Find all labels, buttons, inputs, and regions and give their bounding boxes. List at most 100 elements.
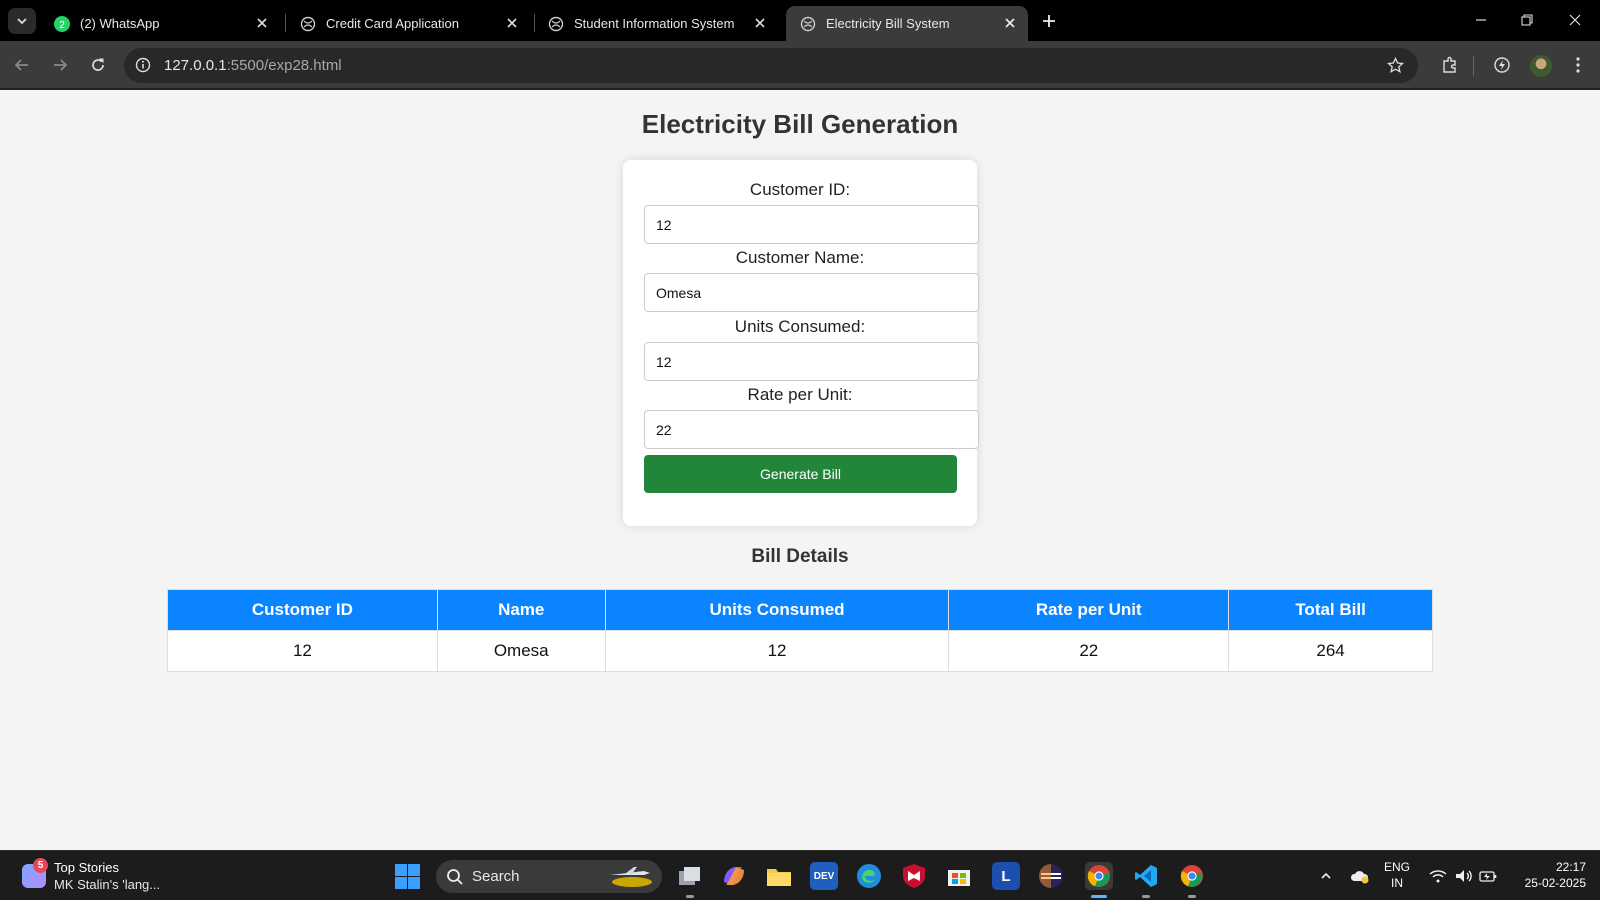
windows-logo-pane [408,864,420,876]
reload-button[interactable] [86,53,110,77]
edge-icon [857,864,881,888]
volume-tray[interactable] [1454,866,1474,886]
bill-details-heading: Bill Details [751,546,849,567]
globe-icon [300,16,316,32]
windows-logo-pane [395,877,407,889]
plane-illustration-icon [610,867,652,887]
onedrive-tray[interactable] [1350,866,1370,886]
l-app-button[interactable]: L [992,862,1020,890]
customer-id-input[interactable] [644,205,979,244]
clock-date: 25-02-2025 [1524,876,1586,890]
file-explorer-button[interactable] [765,862,793,890]
battery-charging-icon [1479,871,1497,882]
page-content: Electricity Bill Generation Customer ID:… [0,91,1600,850]
eclipse-button[interactable] [1037,862,1065,890]
column-header: Units Consumed [604,589,950,631]
clock-time: 22:17 [1555,860,1586,874]
tab-student-info[interactable]: Student Information System [534,6,778,41]
copilot-button[interactable] [720,862,748,890]
tab-whatsapp[interactable]: 2 (2) WhatsApp [40,6,280,41]
back-button[interactable] [10,53,34,77]
close-icon[interactable] [504,15,520,31]
language-indicator[interactable]: ENG IN [1384,859,1410,891]
chrome-button[interactable] [1178,862,1206,898]
address-bar[interactable]: 127.0.0.1:5500/exp28.html [124,48,1418,83]
profile-avatar[interactable] [1530,55,1552,77]
column-header: Customer ID [167,589,438,631]
copilot-icon [724,867,744,885]
units-consumed-input[interactable] [644,342,979,381]
taskbar-search[interactable]: Search [436,860,662,893]
notification-badge: 5 [33,858,48,873]
arrow-right-icon [54,59,68,71]
start-button[interactable] [395,864,420,889]
globe-icon [800,16,816,32]
restore-button[interactable] [1512,8,1542,32]
tab-strip: 2 (2) WhatsApp Credit Card Application S… [0,0,1600,41]
windows-logo-icon [395,864,407,876]
close-icon[interactable] [752,15,768,31]
battery-tray[interactable] [1478,866,1498,886]
page-title: Electricity Bill Generation [641,109,959,139]
minimize-icon [1476,19,1486,21]
search-label: Search [472,868,520,885]
tab-credit-card[interactable]: Credit Card Application [286,6,530,41]
rate-per-unit-label: Rate per Unit: [747,385,853,404]
site-info-icon[interactable] [134,56,152,74]
plus-icon [1043,15,1055,27]
news-subtitle: MK Stalin's 'lang... [54,877,161,892]
table-row: 12 Omesa 12 22 264 [167,630,1433,672]
chrome-profile-button[interactable] [1085,862,1113,898]
bookmark-star-icon[interactable] [1386,56,1404,74]
news-widget[interactable]: 5 Top Stories MK Stalin's 'lang... [18,858,168,894]
chrome-icon [1180,865,1203,887]
toolbar-divider [1473,56,1474,76]
show-hidden-icons-button[interactable] [1316,866,1336,886]
rate-per-unit-input[interactable] [644,410,979,449]
browser-toolbar: 127.0.0.1:5500/exp28.html [0,41,1600,90]
dev-app-button[interactable]: DEV [810,862,838,890]
task-view-button[interactable] [676,862,704,898]
search-icon [447,869,463,885]
forward-button[interactable] [48,53,72,77]
clock[interactable]: 22:17 25-02-2025 [1508,859,1586,891]
table-cell: 12 [167,630,438,672]
column-header: Name [436,589,606,631]
chrome-icon [1087,865,1110,887]
bill-table: Customer ID Name Units Consumed Rate per… [167,589,1433,672]
generate-bill-button[interactable]: Generate Bill [644,455,957,493]
close-icon[interactable] [1002,15,1018,31]
edge-button[interactable] [855,862,883,890]
globe-icon [548,16,564,32]
folder-icon [767,869,791,886]
tab-search-button[interactable] [8,8,36,34]
wifi-tray[interactable] [1428,866,1448,886]
table-cell: Omesa [436,630,606,672]
eclipse-icon [1039,864,1063,888]
minimize-button[interactable] [1466,8,1496,32]
table-cell: 12 [604,630,950,672]
language-code: ENG [1384,860,1411,874]
customer-name-input[interactable] [644,273,979,312]
table-header-row: Customer ID Name Units Consumed Rate per… [167,589,1433,631]
task-view-icon [679,867,700,885]
chevron-down-icon [17,18,27,25]
vscode-button[interactable] [1132,862,1160,898]
performance-button[interactable] [1490,53,1514,77]
chevron-up-icon [1321,872,1331,879]
close-icon[interactable] [254,15,270,31]
menu-button[interactable] [1566,53,1590,77]
table-cell: 22 [948,630,1230,672]
customer-id-label: Customer ID: [749,180,851,199]
close-icon [1569,14,1581,26]
mcafee-button[interactable] [900,862,928,890]
close-window-button[interactable] [1560,8,1590,32]
extensions-button[interactable] [1438,53,1462,77]
store-button[interactable] [945,862,973,890]
arrow-left-icon [14,59,28,71]
tab-electricity-bill[interactable]: Electricity Bill System [786,6,1028,41]
shield-icon [903,864,925,888]
url-host: 127.0.0.1 [164,57,227,74]
new-tab-button[interactable] [1038,10,1060,32]
units-consumed-label: Units Consumed: [734,317,866,336]
